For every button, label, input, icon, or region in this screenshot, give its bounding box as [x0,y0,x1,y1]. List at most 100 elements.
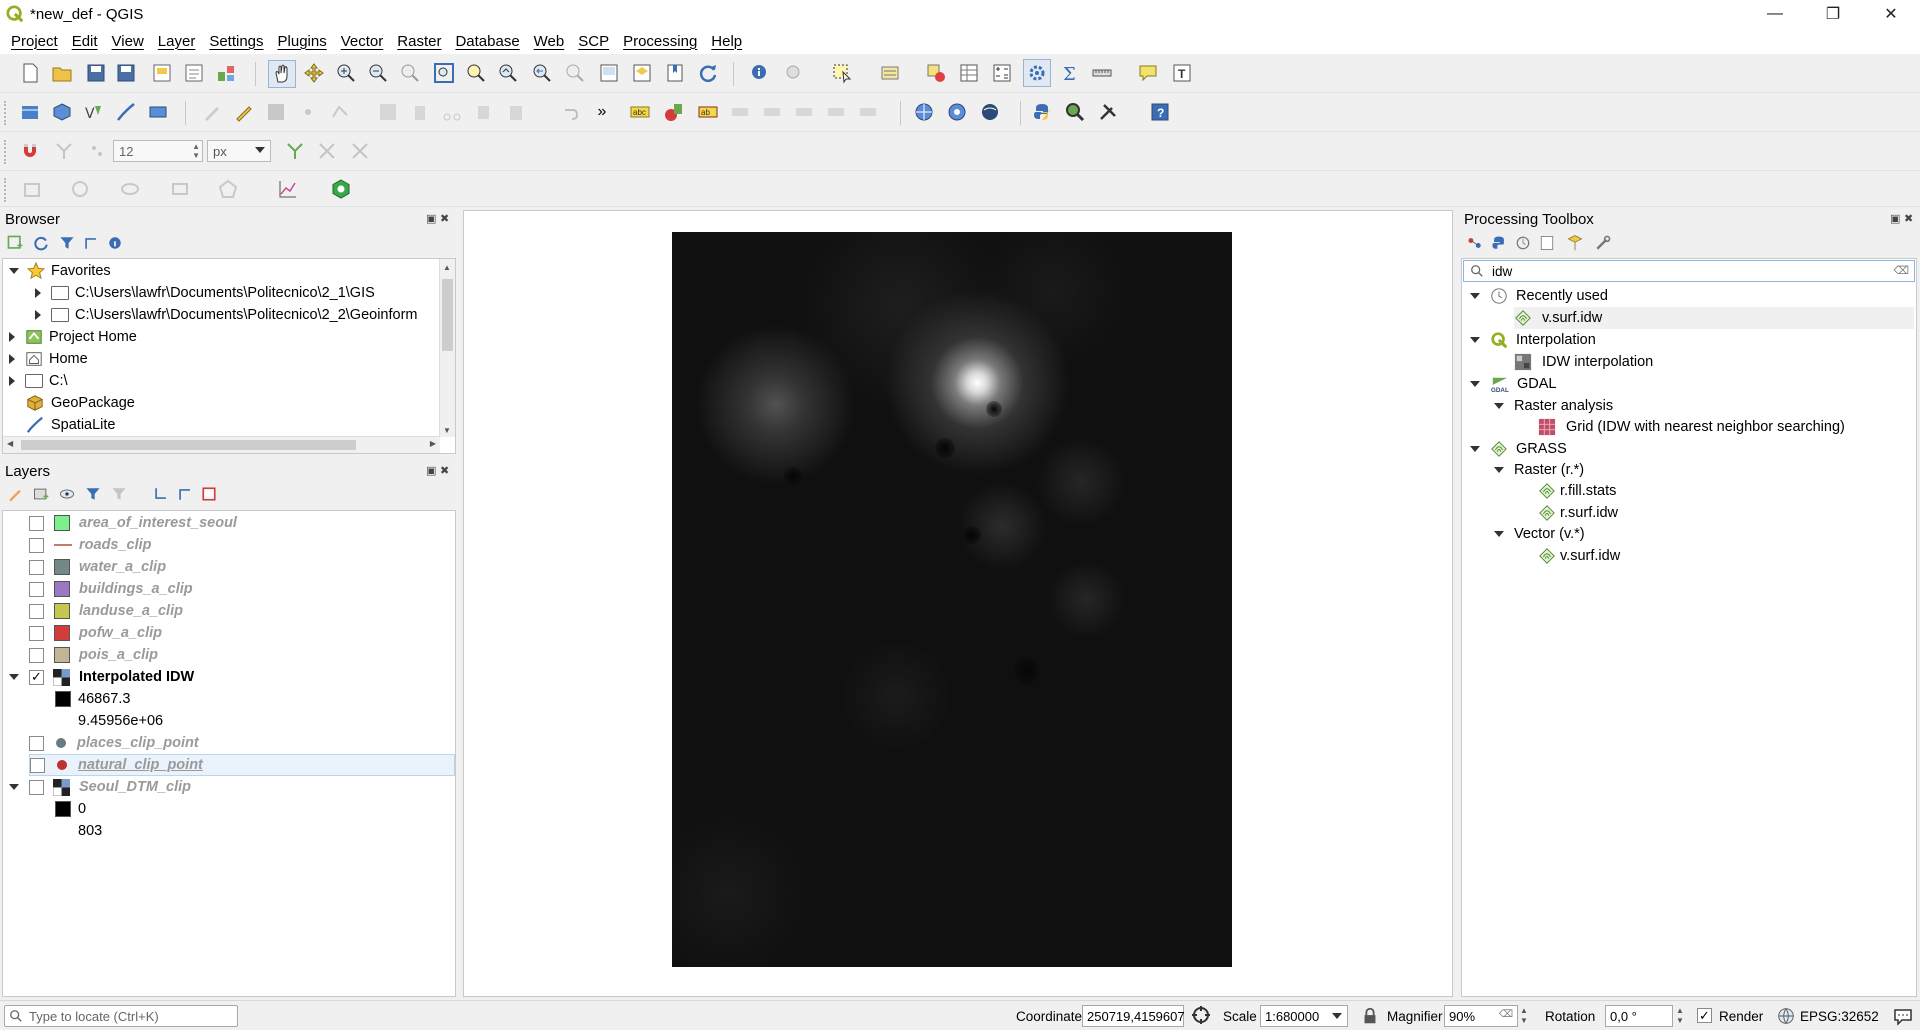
scp-plugin-icon[interactable] [328,176,354,202]
toolbox-group-gdal[interactable]: GDAL GDAL [1470,373,1557,395]
profile-tool-icon[interactable] [276,177,300,201]
expand-all-icon[interactable] [152,485,170,503]
statistics-icon[interactable]: Σ [1058,61,1082,85]
filter-browser-icon[interactable] [58,234,76,252]
identify-icon[interactable] [748,61,772,85]
collapse-all-icon[interactable] [82,234,100,252]
toolbox-group-interpolation[interactable]: Interpolation [1470,329,1596,351]
float-panel-icon[interactable]: ▣ [1890,212,1900,225]
layer-visibility-checkbox[interactable] [29,625,44,641]
snapping-intersection-icon[interactable] [315,139,339,163]
label-toolbar-icon[interactable]: abc [628,100,652,124]
filter-by-expression-icon[interactable] [110,485,128,503]
scroll-left-icon[interactable]: ◀ [7,439,13,448]
zoom-to-selection-icon[interactable] [464,61,488,85]
expand-arrow-icon[interactable] [1494,467,1504,473]
new-geopackage-layer-icon[interactable] [50,100,74,124]
clear-search-icon[interactable]: ⌫ [1893,264,1909,277]
expand-arrow-icon[interactable] [1494,403,1504,409]
toolbox-group-grass[interactable]: GRASS [1470,438,1567,460]
expand-arrow-icon[interactable] [1494,531,1504,537]
topological-editing-icon[interactable] [283,139,307,163]
add-feature-icon[interactable] [296,100,320,124]
rotation-spinner-icon[interactable]: ▲ ▼ [1676,1006,1684,1026]
toolbox-algorithm-r-fill-stats[interactable]: r.fill.stats [1538,480,1616,502]
zoom-next-icon[interactable] [563,61,587,85]
save-edits-icon[interactable] [264,100,288,124]
toolbox-algorithm-v-surf-idw[interactable]: v.surf.idw [1514,307,1914,329]
map-tips-icon[interactable] [1136,61,1160,85]
layer-row-interpolated-idw[interactable]: ✓ Interpolated IDW [9,666,194,688]
run-action-icon[interactable] [782,61,806,85]
self-snapping-icon[interactable] [348,139,372,163]
toolbox-group-raster-analysis[interactable]: Raster analysis [1494,395,1613,417]
snapping-mode-icon[interactable] [52,139,76,163]
browser-item-project-home[interactable]: Project Home [9,326,137,348]
snapping-type-icon[interactable] [85,139,109,163]
data-source-manager-icon[interactable] [18,100,42,124]
toggle-extents-icon[interactable] [1190,1004,1212,1026]
layer-visibility-checkbox[interactable] [29,647,44,663]
layer-visibility-checkbox[interactable] [29,603,44,619]
browser-item-gis-folder[interactable]: C:\Users\lawfr\Documents\Politecnico\2_1… [35,282,375,304]
crs-label[interactable]: EPSG:32652 [1800,1009,1879,1024]
layer-row-selected[interactable]: natural_clip_point [29,754,455,776]
render-checkbox[interactable]: ✓ [1697,1008,1712,1023]
pan-to-selection-icon[interactable] [302,61,326,85]
expand-arrow-icon[interactable] [9,354,15,364]
refresh-icon[interactable] [696,61,720,85]
paste-features-icon[interactable] [504,100,528,124]
vertex-tool-icon[interactable] [328,100,352,124]
browser-item-favorites[interactable]: Favorites [9,260,111,282]
menu-web[interactable]: Web [527,33,572,50]
add-circle-icon[interactable] [68,177,92,201]
menu-view[interactable]: View [105,33,151,50]
layer-row[interactable]: pois_a_clip [29,644,158,666]
layer-row[interactable]: area_of_interest_seoul [29,512,237,534]
expand-arrow-icon[interactable] [9,674,19,680]
toggle-editing-icon[interactable] [232,100,256,124]
toolbox-group-grass-raster[interactable]: Raster (r.*) [1494,459,1584,481]
scrollbar-thumb[interactable] [21,440,356,450]
move-label-icon[interactable] [792,100,816,124]
zoom-in-icon[interactable] [334,61,358,85]
snapping-unit-select[interactable]: px [207,140,271,162]
new-map-view-icon[interactable] [597,61,621,85]
layer-row[interactable]: buildings_a_clip [29,578,193,600]
style-manager-icon[interactable] [214,61,238,85]
close-panel-icon[interactable]: ✖ [440,212,449,225]
bookmark-icon[interactable] [663,61,687,85]
measure-line-icon[interactable] [1090,61,1114,85]
menu-plugins[interactable]: Plugins [271,33,334,50]
layer-visibility-checkbox[interactable]: ✓ [29,669,44,685]
float-panel-icon[interactable]: ▣ [426,464,436,477]
new-shapefile-layer-icon[interactable]: V [82,100,106,124]
toolbox-algorithm-grid-idw[interactable]: Grid (IDW with nearest neighbor searchin… [1538,416,1845,438]
magnifier-spinner-icon[interactable]: ▲ ▼ [1520,1006,1528,1026]
coordinate-input[interactable]: 250719,4159607 [1082,1005,1185,1027]
save-as-icon[interactable] [114,61,138,85]
expand-arrow-icon[interactable] [35,310,41,320]
zoom-native-icon[interactable] [398,61,422,85]
layer-row[interactable]: landuse_a_clip [29,600,183,622]
menu-help[interactable]: Help [704,33,749,50]
edit-features-in-place-icon[interactable] [1566,234,1584,252]
toolbox-algorithm-r-surf-idw[interactable]: r.surf.idw [1538,502,1618,524]
spinner-arrows-icon[interactable]: ▲ ▼ [192,142,200,160]
menu-project[interactable]: Project [4,33,65,50]
filter-legend-icon[interactable] [84,485,102,503]
zoom-last-icon[interactable] [530,61,554,85]
open-project-icon[interactable] [50,61,74,85]
layer-visibility-checkbox[interactable] [29,537,44,553]
browser-horizontal-scrollbar[interactable]: ◀ ▶ [3,436,440,453]
style-panel-icon[interactable] [6,485,24,503]
snapping-tolerance-input[interactable]: 12 ▲ ▼ [113,140,203,162]
add-rectangle-icon[interactable] [168,177,192,201]
menu-database[interactable]: Database [448,33,526,50]
layer-visibility-checkbox[interactable] [30,757,45,773]
pan-map-icon[interactable] [268,60,296,88]
toolbox-search-input[interactable]: idw ⌫ [1463,260,1915,282]
layer-visibility-checkbox[interactable] [29,515,44,531]
menu-processing[interactable]: Processing [616,33,704,50]
deselect-all-icon[interactable] [924,61,948,85]
